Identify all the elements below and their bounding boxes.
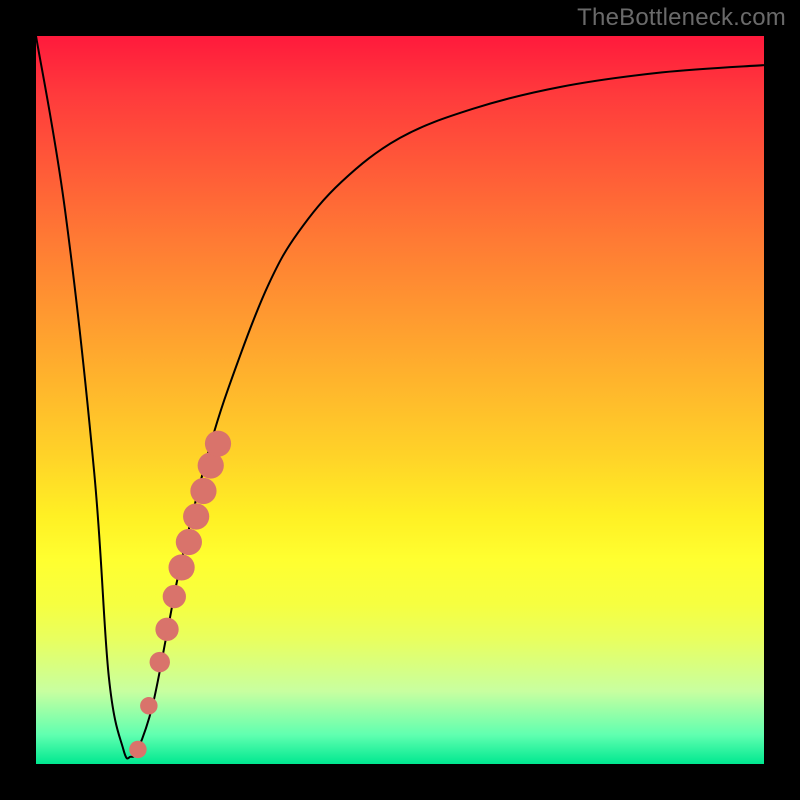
data-marker <box>150 652 170 672</box>
data-marker <box>129 741 146 758</box>
data-marker <box>163 585 186 608</box>
data-marker <box>190 478 216 504</box>
chart-overlay <box>36 36 764 764</box>
data-marker <box>205 431 231 457</box>
bottleneck-curve <box>36 36 764 758</box>
data-marker <box>155 618 178 641</box>
data-marker <box>176 529 202 555</box>
data-marker <box>140 697 157 714</box>
marker-group <box>129 431 231 759</box>
chart-frame: TheBottleneck.com <box>0 0 800 800</box>
data-marker <box>183 503 209 529</box>
data-marker <box>168 554 194 580</box>
attribution-label: TheBottleneck.com <box>577 4 786 32</box>
